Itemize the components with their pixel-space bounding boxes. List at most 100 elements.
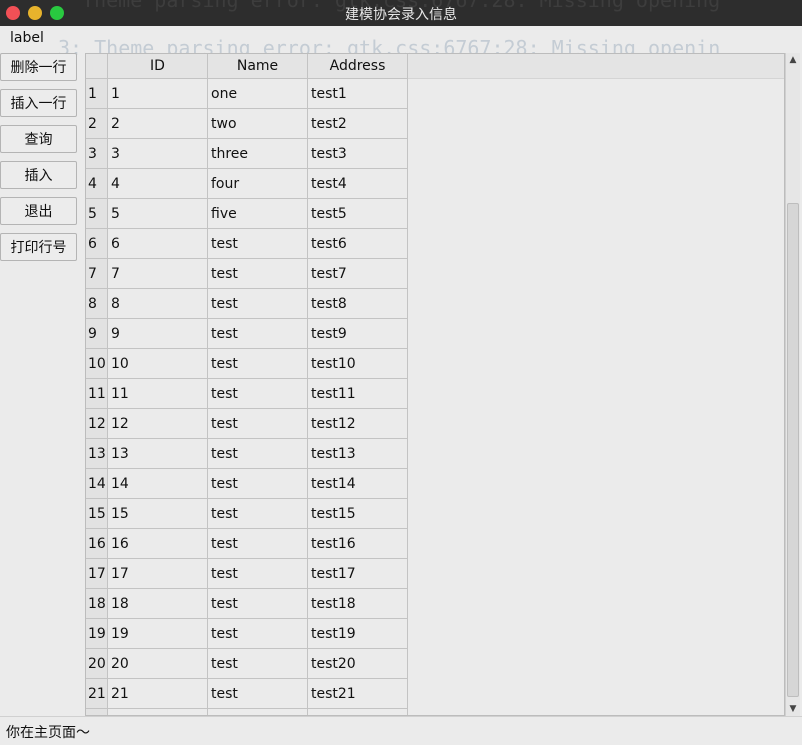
cell-name[interactable]: two [208,109,308,139]
cell-address[interactable]: test11 [308,379,408,409]
cell-address[interactable]: test17 [308,559,408,589]
cell-id[interactable]: 5 [108,199,208,229]
cell-name[interactable]: test [208,469,308,499]
row-number[interactable]: 18 [86,589,108,619]
cell-name[interactable]: test [208,499,308,529]
data-table[interactable]: ID Name Address 1 1 one test1 2 2 two test2 3 3th… [85,53,785,716]
row-number[interactable]: 17 [86,559,108,589]
row-number[interactable]: 11 [86,379,108,409]
cell-id[interactable]: 19 [108,619,208,649]
cell-address[interactable]: test14 [308,469,408,499]
cell-address[interactable]: test6 [308,229,408,259]
cell-id[interactable]: 20 [108,649,208,679]
scroll-down-icon[interactable]: ▼ [786,702,800,716]
cell-address[interactable]: test15 [308,499,408,529]
cell-id[interactable]: 12 [108,409,208,439]
cell-address[interactable]: test9 [308,319,408,349]
cell-id[interactable]: 10 [108,349,208,379]
cell-id[interactable]: 4 [108,169,208,199]
cell-name[interactable]: test [208,379,308,409]
scrollbar-thumb[interactable] [787,203,799,697]
row-number[interactable]: 19 [86,619,108,649]
row-number[interactable]: 1 [86,79,108,109]
cell-address[interactable]: test1 [308,79,408,109]
row-number[interactable]: 6 [86,229,108,259]
cell-address[interactable]: test5 [308,199,408,229]
cell-address[interactable]: test19 [308,619,408,649]
cell-id[interactable]: 2 [108,109,208,139]
row-number[interactable]: 10 [86,349,108,379]
cell-id[interactable] [108,709,208,715]
cell-name[interactable]: test [208,589,308,619]
cell-name[interactable]: test [208,679,308,709]
cell-name[interactable]: four [208,169,308,199]
column-header-name[interactable]: Name [208,54,308,79]
cell-address[interactable]: test20 [308,649,408,679]
cell-id[interactable]: 13 [108,439,208,469]
scroll-up-icon[interactable]: ▲ [786,53,800,67]
cell-id[interactable]: 16 [108,529,208,559]
cell-address[interactable]: test7 [308,259,408,289]
row-number[interactable]: 12 [86,409,108,439]
row-number[interactable]: 8 [86,289,108,319]
row-number[interactable]: 9 [86,319,108,349]
cell-id[interactable]: 14 [108,469,208,499]
row-number[interactable]: 7 [86,259,108,289]
insert-button[interactable]: 插入 [0,161,77,189]
row-number[interactable]: 2 [86,109,108,139]
row-number[interactable]: 21 [86,679,108,709]
row-number[interactable] [86,709,108,715]
row-number[interactable]: 16 [86,529,108,559]
cell-name[interactable]: test [208,349,308,379]
cell-address[interactable]: test21 [308,679,408,709]
cell-address[interactable]: test13 [308,439,408,469]
cell-name[interactable] [208,709,308,715]
cell-id[interactable]: 9 [108,319,208,349]
cell-address[interactable]: test16 [308,529,408,559]
cell-address[interactable]: test8 [308,289,408,319]
row-number[interactable]: 13 [86,439,108,469]
cell-address[interactable]: test3 [308,139,408,169]
cell-id[interactable]: 3 [108,139,208,169]
row-number[interactable]: 14 [86,469,108,499]
cell-name[interactable]: test [208,529,308,559]
cell-name[interactable]: three [208,139,308,169]
cell-id[interactable]: 8 [108,289,208,319]
row-number[interactable]: 20 [86,649,108,679]
cell-name[interactable]: test [208,649,308,679]
cell-id[interactable]: 21 [108,679,208,709]
print-row-number-button[interactable]: 打印行号 [0,233,77,261]
cell-address[interactable]: test4 [308,169,408,199]
vertical-scrollbar[interactable]: ▲ ▼ [785,53,800,716]
query-button[interactable]: 查询 [0,125,77,153]
cell-name[interactable]: test [208,319,308,349]
cell-name[interactable]: test [208,439,308,469]
cell-name[interactable]: test [208,259,308,289]
table-corner[interactable] [86,54,108,79]
cell-name[interactable]: test [208,409,308,439]
row-number[interactable]: 5 [86,199,108,229]
cell-id[interactable]: 15 [108,499,208,529]
cell-name[interactable]: test [208,229,308,259]
cell-id[interactable]: 17 [108,559,208,589]
insert-row-button[interactable]: 插入一行 [0,89,77,117]
cell-id[interactable]: 1 [108,79,208,109]
column-header-address[interactable]: Address [308,54,408,79]
cell-address[interactable] [308,709,408,715]
cell-id[interactable]: 11 [108,379,208,409]
cell-name[interactable]: test [208,559,308,589]
delete-row-button[interactable]: 删除一行 [0,53,77,81]
cell-id[interactable]: 7 [108,259,208,289]
row-number[interactable]: 15 [86,499,108,529]
cell-name[interactable]: test [208,289,308,319]
row-number[interactable]: 3 [86,139,108,169]
cell-id[interactable]: 18 [108,589,208,619]
exit-button[interactable]: 退出 [0,197,77,225]
row-number[interactable]: 4 [86,169,108,199]
cell-address[interactable]: test18 [308,589,408,619]
cell-id[interactable]: 6 [108,229,208,259]
cell-address[interactable]: test10 [308,349,408,379]
cell-name[interactable]: five [208,199,308,229]
column-header-id[interactable]: ID [108,54,208,79]
cell-address[interactable]: test12 [308,409,408,439]
